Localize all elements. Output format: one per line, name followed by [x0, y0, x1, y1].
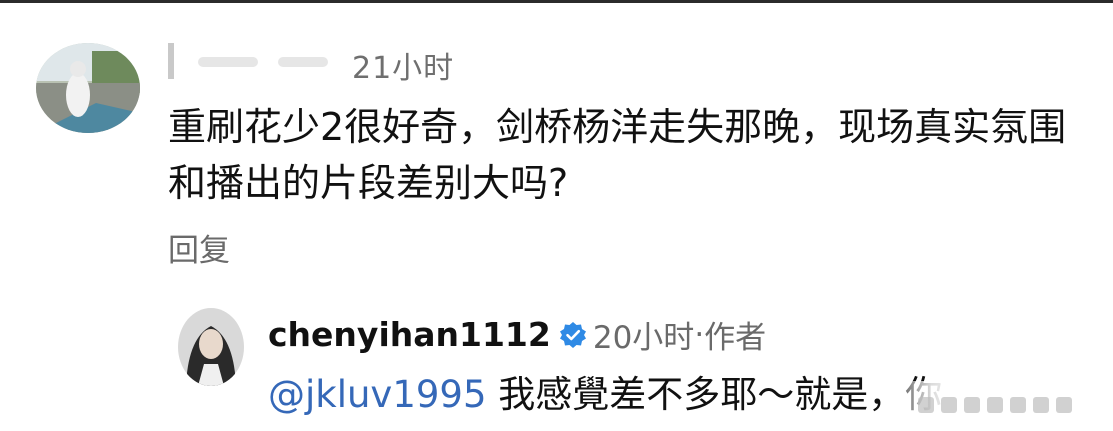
commenter-avatar[interactable]	[36, 43, 140, 133]
reply-header: chenyihan1112 20小时 · 作者	[268, 312, 766, 357]
reply-timestamp: 20小时	[592, 320, 695, 356]
comment-body: 重刷花少2很好奇，剑桥杨洋走失那晚，现场真实氛围和播出的片段差别大吗?	[168, 105, 1067, 205]
verified-badge-icon	[559, 321, 587, 349]
meta-separator: ·	[694, 316, 705, 353]
author-role-badge: 作者	[704, 320, 767, 356]
reply-button[interactable]: 回复	[168, 225, 230, 270]
screenshot-frame: 21小时 重刷花少2很好奇，剑桥杨洋走失那晚，现场真实氛围和播出的片段差别大吗?…	[0, 0, 1113, 431]
reply-body-text: 我感覺差不多耶～就是，你	[486, 373, 943, 416]
watermark-icon	[918, 391, 1098, 421]
author-avatar[interactable]	[178, 308, 244, 386]
mention-link[interactable]: @jkluv1995	[268, 373, 487, 416]
author-username[interactable]: chenyihan1112	[268, 315, 551, 354]
comment-timestamp: 21小时	[352, 51, 455, 86]
